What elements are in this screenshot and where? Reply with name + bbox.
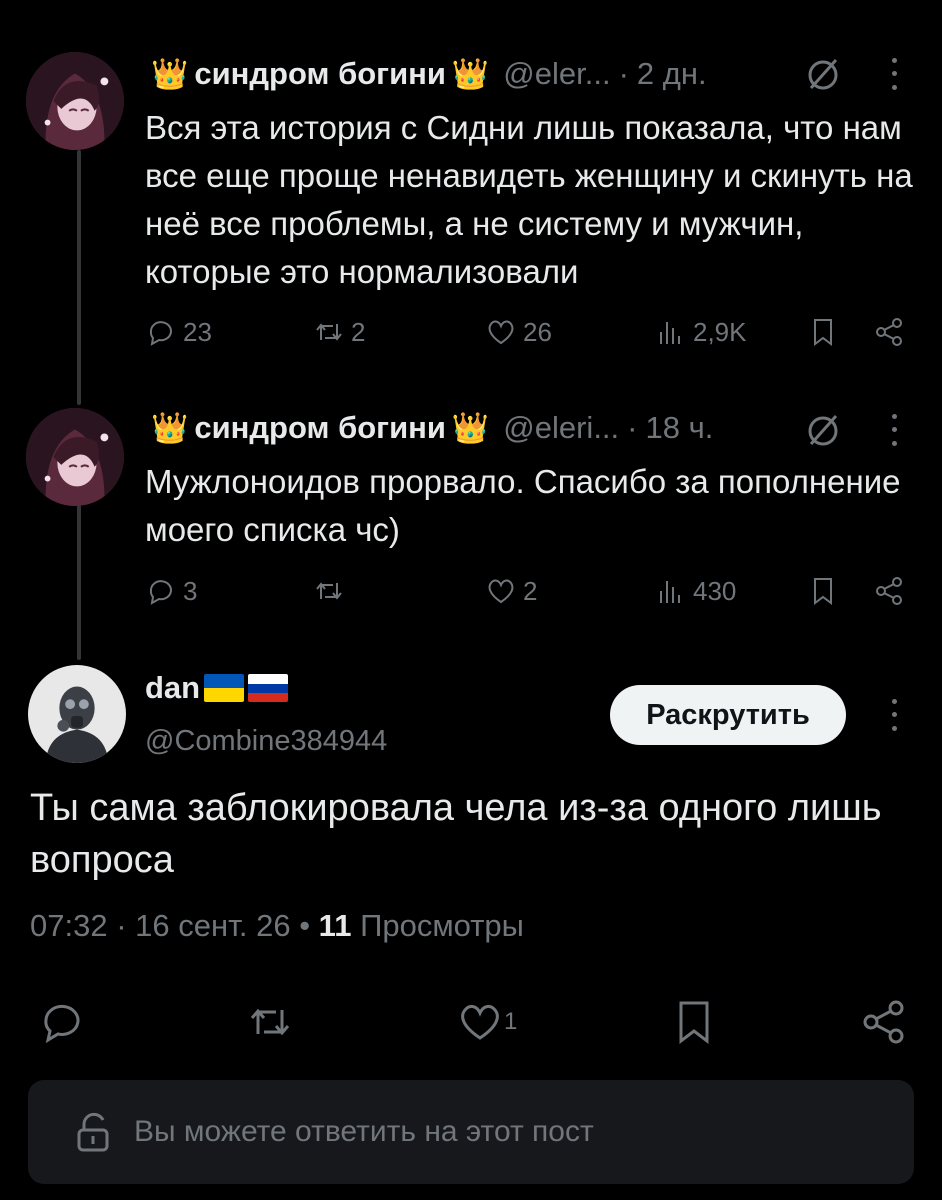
tweet-actions: 23 2 26 2,9K: [145, 316, 915, 356]
reply-icon: [149, 321, 172, 346]
separator-dot: •: [299, 908, 319, 943]
bookmark-icon: [814, 319, 832, 346]
main-tweet-text: Ты сама заблокировала чела из-за одного …: [30, 787, 882, 881]
display-name[interactable]: dan: [145, 670, 200, 706]
crown-emoji: 👑: [451, 411, 490, 445]
share-icon: [876, 577, 902, 605]
unroll-button[interactable]: Раскрутить: [610, 685, 846, 745]
separator-dot: ·: [116, 908, 136, 943]
tweet-actions: 3 2 430: [145, 575, 915, 615]
tweet-text: Вся эта история с Сидни лишь показала, ч…: [145, 109, 913, 290]
reply-icon: [44, 1005, 80, 1044]
retweet-button[interactable]: [313, 575, 351, 607]
russia-flag-icon: [248, 674, 289, 702]
separator-dot: ·: [627, 410, 638, 445]
more-icon[interactable]: [882, 695, 906, 735]
bookmark-icon: [814, 578, 832, 605]
tweet-meta: 07:32 · 16 сент. 26 • 11 Просмотры: [30, 908, 524, 944]
bookmark-icon: [679, 1001, 709, 1045]
post-date[interactable]: 16 сент. 26: [135, 908, 290, 943]
crown-emoji: 👑: [451, 57, 490, 91]
views-icon: [660, 581, 680, 603]
views-count: 430: [693, 575, 737, 606]
share-button[interactable]: [873, 575, 911, 607]
thread-connector: [77, 500, 81, 660]
tweet-text: Мужлоноидов прорвало. Спасибо за пополне…: [145, 463, 901, 548]
user-handle[interactable]: @Combine384944: [145, 725, 387, 758]
more-icon[interactable]: [882, 54, 906, 94]
main-tweet-actions: 1: [0, 998, 942, 1048]
retweet-icon: [250, 1008, 290, 1036]
views-count: 2,9K: [693, 316, 747, 347]
avatar[interactable]: [28, 665, 126, 763]
thread-connector: [77, 150, 81, 405]
retweet-button[interactable]: 2: [313, 316, 365, 348]
views-count: 11: [318, 908, 352, 943]
separator-dot: ·: [618, 56, 629, 91]
bookmark-button[interactable]: [670, 998, 718, 1046]
reply-button[interactable]: 23: [145, 316, 212, 348]
retweet-icon: [316, 323, 342, 341]
crown-emoji: 👑: [151, 411, 189, 445]
share-button[interactable]: [873, 316, 911, 348]
share-icon: [876, 318, 902, 346]
share-icon: [863, 1000, 904, 1044]
bookmark-button[interactable]: [807, 575, 845, 607]
like-button[interactable]: 2: [485, 575, 537, 607]
reply-count: 23: [183, 316, 212, 347]
reply-restriction-text: Вы можете ответить на этот пост: [134, 1115, 594, 1148]
display-name[interactable]: синдром богини: [194, 56, 446, 92]
reply-restriction-bar: Вы можете ответить на этот пост: [28, 1080, 914, 1184]
post-time[interactable]: 07:32: [30, 908, 108, 943]
views-label: Просмотры: [360, 908, 524, 943]
like-count: 2: [523, 575, 538, 606]
user-handle[interactable]: @eler...: [503, 56, 610, 92]
like-button[interactable]: 26: [485, 316, 552, 348]
retweet-count: 2: [351, 316, 366, 347]
tweet-header: 👑 синдром богини 👑 @eler... · 2 дн.: [145, 56, 707, 92]
crown-emoji: 👑: [151, 57, 189, 91]
avatar[interactable]: [26, 408, 124, 506]
views-button[interactable]: 430: [655, 575, 736, 607]
grok-icon[interactable]: [803, 410, 843, 450]
views-icon: [660, 322, 680, 344]
avatar[interactable]: [26, 52, 124, 150]
timestamp[interactable]: 18 ч.: [645, 410, 713, 446]
retweet-icon: [316, 582, 342, 600]
timestamp[interactable]: 2 дн.: [637, 56, 707, 92]
grok-icon[interactable]: [803, 54, 843, 94]
like-button[interactable]: 1: [456, 998, 517, 1046]
share-button[interactable]: [860, 998, 908, 1046]
reply-icon: [149, 580, 172, 605]
like-icon: [461, 1004, 499, 1040]
user-handle[interactable]: @eleri...: [503, 410, 619, 446]
ukraine-flag-icon: [204, 674, 245, 702]
reply-count: 3: [183, 575, 198, 606]
bookmark-button[interactable]: [807, 316, 845, 348]
views-button[interactable]: 2,9K: [655, 316, 747, 348]
lock-icon: [77, 1112, 109, 1152]
more-icon[interactable]: [882, 410, 906, 450]
retweet-button[interactable]: [246, 998, 294, 1046]
reply-button[interactable]: 3: [145, 575, 197, 607]
tweet-header: 👑 синдром богини 👑 @eleri... · 18 ч.: [145, 410, 713, 446]
like-icon: [488, 579, 514, 604]
display-name[interactable]: синдром богини: [194, 410, 446, 446]
main-display-name-row: dan: [145, 670, 289, 706]
like-count: 1: [504, 1008, 518, 1035]
like-count: 26: [523, 316, 552, 347]
like-icon: [488, 320, 514, 345]
reply-button[interactable]: [38, 998, 86, 1046]
